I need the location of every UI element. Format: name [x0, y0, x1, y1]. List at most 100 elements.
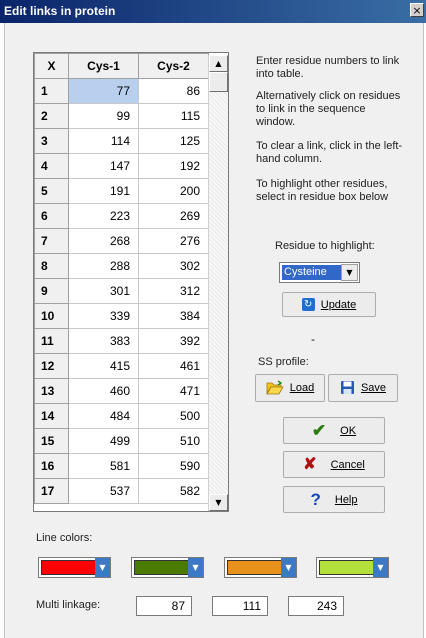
column-header-cys1: Cys-1: [68, 53, 139, 79]
cys1-cell[interactable]: 581: [68, 453, 139, 479]
table-row[interactable]: 5 191 200: [34, 178, 209, 204]
cys1-cell[interactable]: 460: [68, 378, 139, 404]
table-row[interactable]: 17 537 582: [34, 478, 209, 504]
links-table[interactable]: X Cys-1 Cys-2 1 77 86 2 99 115 3 114 125 4 147 192 5…: [33, 52, 229, 512]
row-header-cell[interactable]: 6: [34, 203, 69, 229]
row-header-cell[interactable]: 16: [34, 453, 69, 479]
row-header-cell[interactable]: 13: [34, 378, 69, 404]
cys2-cell[interactable]: 500: [138, 403, 209, 429]
line-color-picker-3[interactable]: ▼: [224, 557, 297, 578]
cys1-cell[interactable]: 499: [68, 428, 139, 454]
multi-linkage-field-1[interactable]: 87: [136, 596, 192, 616]
scroll-down-icon[interactable]: ▼: [209, 494, 228, 511]
table-row[interactable]: 6 223 269: [34, 203, 209, 229]
residue-select[interactable]: Cysteine ▼: [279, 262, 360, 283]
chevron-down-icon[interactable]: ▼: [95, 558, 110, 577]
cys2-cell[interactable]: 192: [138, 153, 209, 179]
chevron-down-icon[interactable]: ▼: [281, 558, 296, 577]
ok-button[interactable]: ✔ OK: [283, 417, 385, 444]
multi-linkage-field-3[interactable]: 243: [288, 596, 344, 616]
table-row[interactable]: 2 99 115: [34, 103, 209, 129]
load-button[interactable]: Load: [255, 374, 325, 402]
cys2-cell[interactable]: 461: [138, 353, 209, 379]
row-header-cell[interactable]: 3: [34, 128, 69, 154]
update-button[interactable]: ↻ Update: [282, 292, 376, 317]
table-row[interactable]: 8 288 302: [34, 253, 209, 279]
cys1-cell[interactable]: 415: [68, 353, 139, 379]
save-button[interactable]: Save: [328, 374, 398, 402]
table-row[interactable]: 9 301 312: [34, 278, 209, 304]
table-row[interactable]: 4 147 192: [34, 153, 209, 179]
row-header-cell[interactable]: 10: [34, 303, 69, 329]
scrollbar-thumb[interactable]: [209, 72, 228, 92]
color-swatch-1: [41, 560, 96, 575]
row-header-cell[interactable]: 1: [34, 78, 69, 104]
table-row[interactable]: 1 77 86: [34, 78, 209, 104]
table-row[interactable]: 12 415 461: [34, 353, 209, 379]
cys2-cell[interactable]: 302: [138, 253, 209, 279]
cys2-cell[interactable]: 125: [138, 128, 209, 154]
cys1-cell[interactable]: 114: [68, 128, 139, 154]
row-header-cell[interactable]: 15: [34, 428, 69, 454]
table-row[interactable]: 7 268 276: [34, 228, 209, 254]
table-row[interactable]: 15 499 510: [34, 428, 209, 454]
cancel-button[interactable]: ✘ Cancel: [283, 451, 385, 478]
row-header-cell[interactable]: 4: [34, 153, 69, 179]
table-row[interactable]: 3 114 125: [34, 128, 209, 154]
row-header-cell[interactable]: 14: [34, 403, 69, 429]
row-header-cell[interactable]: 7: [34, 228, 69, 254]
row-header-cell[interactable]: 11: [34, 328, 69, 354]
line-color-picker-2[interactable]: ▼: [131, 557, 204, 578]
cys1-cell[interactable]: 383: [68, 328, 139, 354]
folder-open-icon: [266, 379, 284, 397]
row-header-cell[interactable]: 9: [34, 278, 69, 304]
row-header-cell[interactable]: 12: [34, 353, 69, 379]
table-row[interactable]: 16 581 590: [34, 453, 209, 479]
title-bar: Edit links in protein ×: [0, 0, 426, 23]
line-color-picker-1[interactable]: ▼: [38, 557, 111, 578]
cys2-cell[interactable]: 86: [138, 78, 209, 104]
cys1-cell[interactable]: 484: [68, 403, 139, 429]
cys2-cell[interactable]: 510: [138, 428, 209, 454]
cys1-cell[interactable]: 288: [68, 253, 139, 279]
cys2-cell[interactable]: 200: [138, 178, 209, 204]
help-button[interactable]: ? Help: [283, 486, 385, 513]
cys1-cell[interactable]: 99: [68, 103, 139, 129]
chevron-down-icon[interactable]: ▼: [341, 264, 358, 281]
multi-linkage-field-2[interactable]: 111: [212, 596, 268, 616]
table-row[interactable]: 11 383 392: [34, 328, 209, 354]
cys2-cell[interactable]: 276: [138, 228, 209, 254]
cys1-cell[interactable]: 191: [68, 178, 139, 204]
table-row[interactable]: 13 460 471: [34, 378, 209, 404]
cys1-cell[interactable]: 537: [68, 478, 139, 504]
close-icon[interactable]: ×: [410, 3, 424, 17]
cys1-cell[interactable]: 223: [68, 203, 139, 229]
cys2-cell[interactable]: 392: [138, 328, 209, 354]
chevron-down-icon[interactable]: ▼: [373, 558, 388, 577]
row-header-cell[interactable]: 5: [34, 178, 69, 204]
row-header-cell[interactable]: 8: [34, 253, 69, 279]
cys2-cell[interactable]: 312: [138, 278, 209, 304]
chevron-down-icon[interactable]: ▼: [188, 558, 203, 577]
cys2-cell[interactable]: 590: [138, 453, 209, 479]
scroll-up-icon[interactable]: ▲: [209, 55, 228, 72]
row-header-cell[interactable]: 17: [34, 478, 69, 504]
cys1-cell[interactable]: 339: [68, 303, 139, 329]
cys1-cell[interactable]: 77: [68, 78, 139, 104]
grid-vertical-scrollbar[interactable]: ▲ ▼: [208, 55, 228, 511]
cys1-cell[interactable]: 147: [68, 153, 139, 179]
row-header-cell[interactable]: 2: [34, 103, 69, 129]
table-row[interactable]: 14 484 500: [34, 403, 209, 429]
instruction-clear: To clear a link, click in the left-hand …: [256, 140, 403, 165]
ok-button-label: OK: [340, 424, 357, 437]
cys2-cell[interactable]: 115: [138, 103, 209, 129]
table-row[interactable]: 10 339 384: [34, 303, 209, 329]
cys2-cell[interactable]: 582: [138, 478, 209, 504]
cys1-cell[interactable]: 301: [68, 278, 139, 304]
refresh-icon: ↻: [301, 298, 315, 311]
cys2-cell[interactable]: 384: [138, 303, 209, 329]
cys2-cell[interactable]: 269: [138, 203, 209, 229]
line-color-picker-4[interactable]: ▼: [316, 557, 389, 578]
cys2-cell[interactable]: 471: [138, 378, 209, 404]
cys1-cell[interactable]: 268: [68, 228, 139, 254]
